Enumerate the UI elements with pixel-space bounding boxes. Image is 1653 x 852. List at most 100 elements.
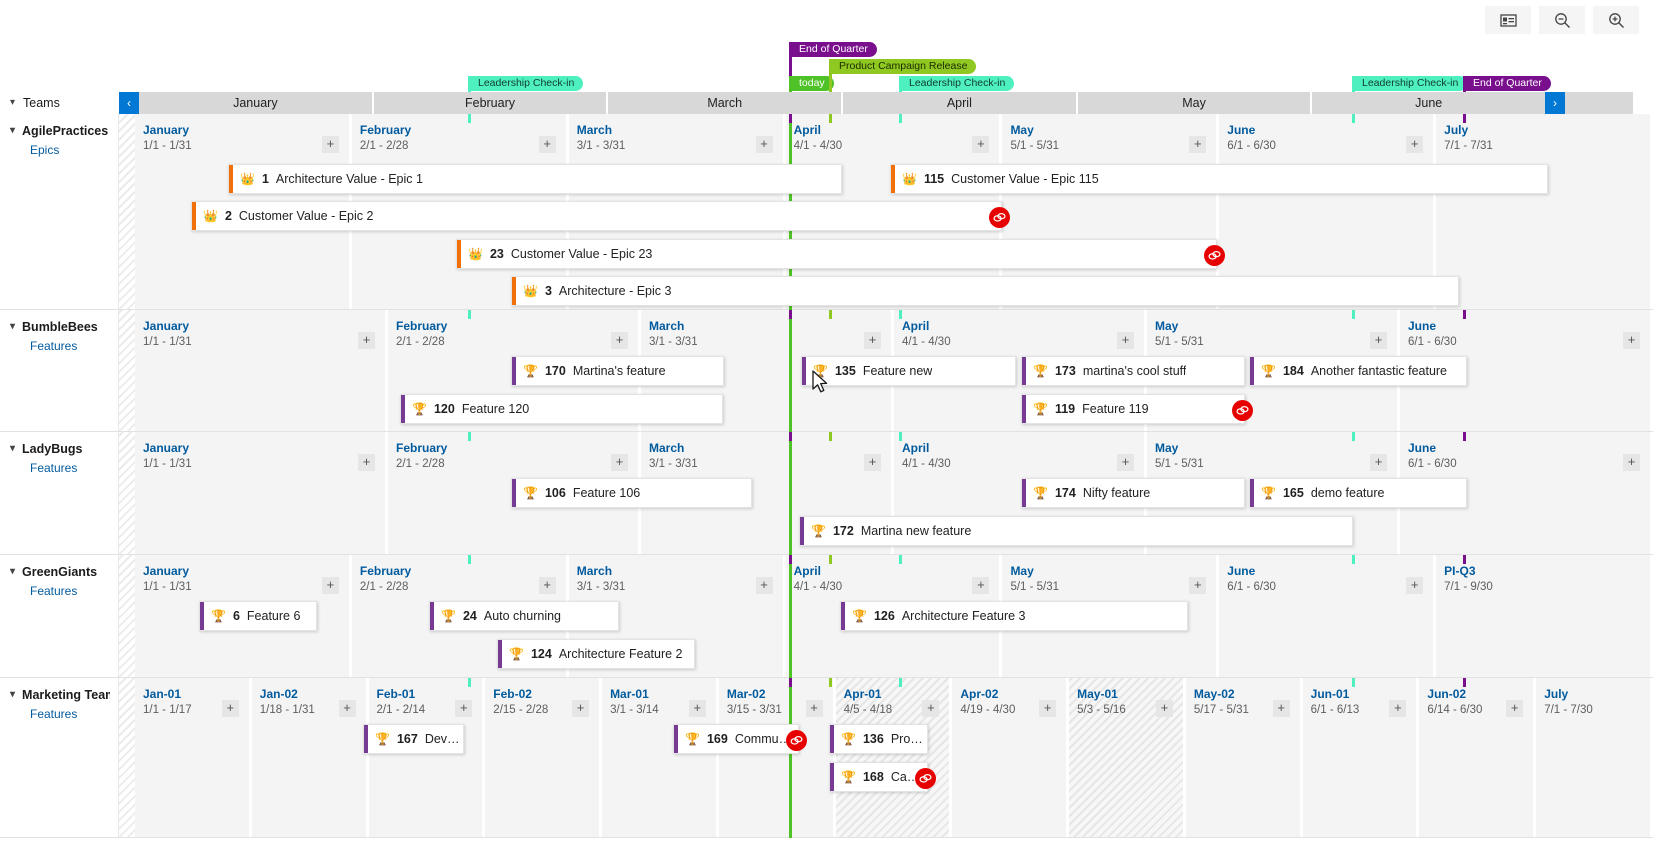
trophy-icon: 🏆: [1033, 402, 1048, 416]
feature-card[interactable]: 🏆 136 Produc...: [829, 724, 928, 754]
feature-card[interactable]: 🏆 135 Feature new: [801, 356, 1016, 386]
epic-card[interactable]: 👑 1 Architecture Value - Epic 1: [228, 164, 842, 194]
work-item-id: 135: [834, 364, 856, 378]
milestone-flag[interactable]: Product Campaign Release: [832, 59, 977, 74]
epic-card[interactable]: 👑 2 Customer Value - Epic 2: [191, 201, 1010, 231]
trophy-icon: 🏆: [685, 732, 700, 746]
feature-card[interactable]: 🏆 124 Architecture Feature 2: [497, 639, 695, 669]
toolbar: [0, 0, 1653, 40]
month-header-march: March: [608, 92, 844, 114]
trophy-icon: 🏆: [375, 732, 390, 746]
team-name: LadyBugs: [22, 442, 83, 456]
month-header-april: April: [843, 92, 1078, 114]
chevron-down-icon[interactable]: ▾: [10, 690, 15, 700]
feature-card[interactable]: 🏆 6 Feature 6: [199, 601, 317, 631]
zoom-in-button[interactable]: [1593, 6, 1639, 34]
plan-grid[interactable]: ▾AgilePractices T...EpicsJanuary1/1 - 1/…: [0, 114, 1653, 852]
work-item-title: Martina's feature: [572, 364, 666, 378]
epic-card[interactable]: 👑 23 Customer Value - Epic 23: [456, 239, 1225, 269]
milestone-tick: [789, 678, 792, 687]
dependency-link-icon[interactable]: [915, 768, 936, 789]
work-item-title: Feature 120: [461, 402, 530, 416]
feature-card[interactable]: 🏆 126 Architecture Feature 3: [840, 601, 1188, 631]
month-header-may: May: [1078, 92, 1313, 114]
feature-card[interactable]: 🏆 119 Feature 119: [1021, 394, 1253, 424]
team-label-agilepractices-t: ▾ AgilePractices T... Epics: [0, 114, 119, 309]
feature-card[interactable]: 🏆 167 Develo...: [363, 724, 464, 754]
milestone-tick: [899, 114, 902, 123]
milestone-flag[interactable]: Leadership Check-in: [902, 76, 1015, 91]
crown-icon: 👑: [523, 284, 538, 298]
work-item-id: 167: [396, 732, 418, 746]
dependency-link-icon[interactable]: [989, 207, 1010, 228]
milestone-tick: [789, 310, 792, 319]
team-row: ▾ Marketing Team Features Jan-01 1/1 - 1/17 +…: [0, 678, 1653, 838]
chevron-down-icon[interactable]: ▾: [10, 322, 15, 332]
chevron-down-icon[interactable]: ▾: [10, 126, 15, 136]
trophy-icon: 🏆: [841, 770, 856, 784]
legend-button[interactable]: [1485, 6, 1531, 34]
team-backlog-level[interactable]: Epics: [10, 143, 110, 157]
scroll-next-button[interactable]: ›: [1545, 92, 1565, 114]
feature-card[interactable]: 🏆 106 Feature 106: [511, 478, 752, 508]
work-item-title: Customer Value - Epic 115: [951, 172, 1099, 186]
milestone-tick: [1352, 114, 1355, 123]
work-item-id: 119: [1054, 402, 1076, 416]
scroll-previous-button[interactable]: ‹: [119, 92, 139, 114]
work-item-id: 6: [232, 609, 240, 623]
work-item-title: Feature 6: [246, 609, 301, 623]
work-item-layer: 🏆 6 Feature 6 🏆 24 Auto churning 🏆 126 Architect…: [0, 555, 1653, 677]
work-item-title: Customer Value - Epic 2: [238, 209, 374, 223]
feature-card[interactable]: 🏆 120 Feature 120: [400, 394, 723, 424]
milestone-tick: [789, 432, 792, 441]
feature-card[interactable]: 🏆169Communica...: [673, 724, 807, 754]
feature-card[interactable]: 🏆 174 Nifty feature: [1021, 478, 1245, 508]
milestone-tick: [1352, 678, 1355, 687]
work-item-title: Auto churning: [483, 609, 561, 623]
epic-card[interactable]: 👑 3 Architecture - Epic 3: [511, 276, 1459, 306]
month-header-june: June: [1415, 96, 1443, 110]
feature-card[interactable]: 🏆 24 Auto churning: [429, 601, 619, 631]
milestone-flag[interactable]: Leadership Check-in: [1355, 76, 1468, 91]
chevron-down-icon[interactable]: ▾: [10, 567, 15, 577]
milestone-tick: [1463, 310, 1466, 319]
milestone-flag-band: Leadership Check-in End of Quarter today Pr…: [0, 40, 1653, 112]
work-item-title: Produc...: [890, 732, 927, 746]
feature-card[interactable]: 🏆 172 Martina new feature: [799, 516, 1353, 546]
feature-card[interactable]: 🏆 184 Another fantastic feature: [1249, 356, 1467, 386]
dependency-link-icon[interactable]: [786, 730, 807, 751]
feature-card[interactable]: 🏆 173 martina's cool stuff: [1021, 356, 1245, 386]
work-item-id: 2: [224, 209, 232, 223]
chevron-down-icon[interactable]: ▾: [10, 444, 15, 454]
month-header-january: January: [139, 92, 374, 114]
crown-icon: 👑: [240, 172, 255, 186]
milestone-flag[interactable]: today: [792, 76, 834, 91]
milestone-flag[interactable]: End of Quarter: [792, 42, 877, 57]
team-backlog-level[interactable]: Features: [10, 461, 110, 475]
team-backlog-level[interactable]: Features: [10, 339, 110, 353]
milestone-flag[interactable]: Leadership Check-in: [471, 76, 584, 91]
milestone-flag[interactable]: End of Quarter: [1466, 76, 1551, 91]
team-backlog-level[interactable]: Features: [10, 707, 110, 721]
work-item-id: 172: [832, 524, 854, 538]
feature-card[interactable]: 🏆168Campa...: [829, 762, 936, 792]
trophy-icon: 🏆: [523, 486, 538, 500]
team-name: AgilePractices T...: [22, 124, 110, 138]
trophy-icon: 🏆: [1033, 364, 1048, 378]
dependency-link-icon[interactable]: [1204, 245, 1225, 266]
team-row: ▾ BumbleBees Features January 1/1 - 1/31 + Feb…: [0, 310, 1653, 432]
chevron-down-icon[interactable]: ▾: [10, 98, 15, 108]
team-name-row: ▾ BumbleBees: [10, 320, 110, 334]
milestone-tick: [829, 678, 832, 687]
zoom-out-button[interactable]: [1539, 6, 1585, 34]
epic-card[interactable]: 👑 115 Customer Value - Epic 115: [890, 164, 1548, 194]
dependency-link-icon[interactable]: [1232, 400, 1253, 421]
milestone-tick: [789, 114, 792, 123]
milestone-tick: [468, 310, 471, 319]
feature-card[interactable]: 🏆 165 demo feature: [1249, 478, 1467, 508]
team-name: Marketing Team: [22, 688, 110, 702]
team-backlog-level[interactable]: Features: [10, 584, 110, 598]
team-name-row: ▾ AgilePractices T...: [10, 124, 110, 138]
milestone-tick: [1463, 678, 1466, 687]
feature-card[interactable]: 🏆 170 Martina's feature: [511, 356, 724, 386]
